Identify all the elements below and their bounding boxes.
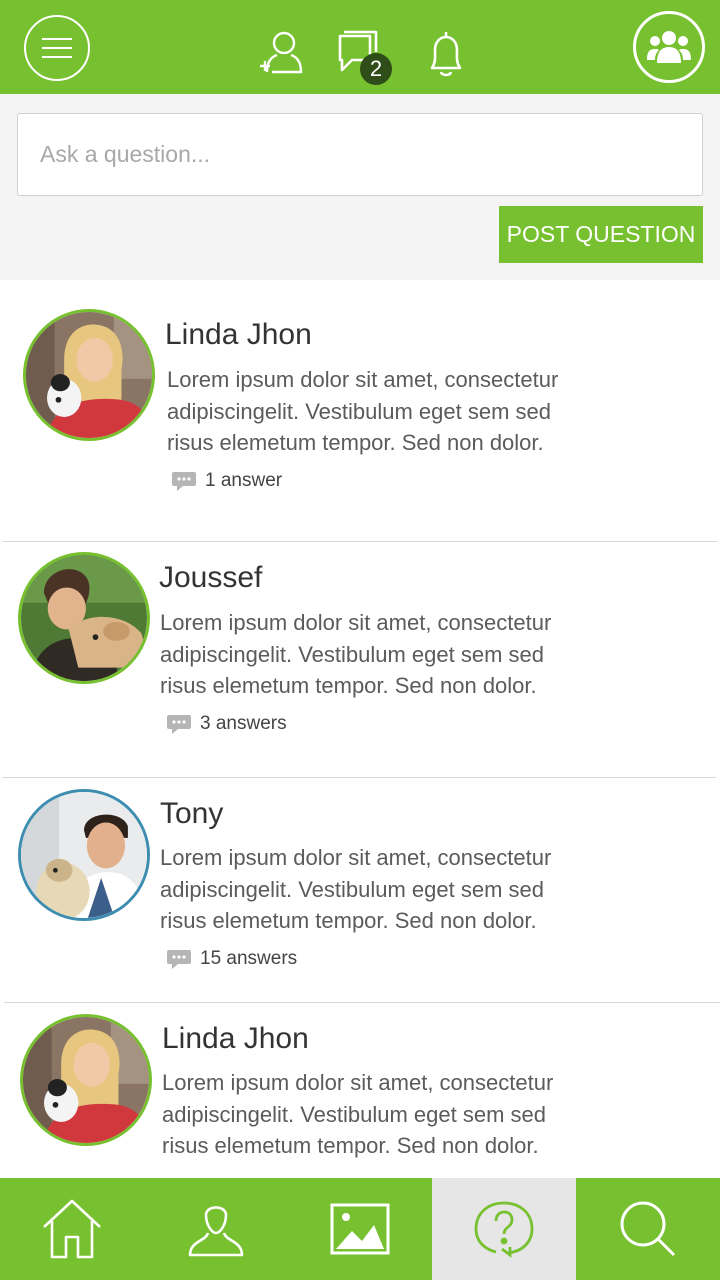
home-icon: [43, 1199, 101, 1259]
answer-count[interactable]: 3 answers: [166, 713, 287, 735]
question-item[interactable]: Tony Lorem ipsum dolor sit amet, consect…: [0, 778, 720, 1003]
author-name[interactable]: Joussef: [159, 561, 262, 595]
question-feed: Linda Jhon Lorem ipsum dolor sit amet, c…: [0, 280, 720, 1178]
answer-count-label: 15 answers: [200, 948, 298, 969]
author-name[interactable]: Linda Jhon: [162, 1022, 309, 1056]
bell-icon[interactable]: [420, 26, 472, 82]
comment-icon: [167, 950, 191, 969]
post-question-button[interactable]: POST QUESTION: [499, 206, 703, 263]
gallery-icon: [330, 1203, 390, 1255]
question-text: Lorem ipsum dolor sit amet, consectetur …: [162, 1070, 554, 1158]
community-button[interactable]: [633, 11, 705, 83]
search-icon: [620, 1201, 676, 1257]
comment-icon: [172, 472, 196, 491]
group-icon: [647, 31, 691, 63]
question-item[interactable]: Linda Jhon Lorem ipsum dolor sit amet, c…: [0, 280, 720, 542]
nav-gallery[interactable]: [288, 1178, 432, 1280]
nav-questions[interactable]: [432, 1178, 576, 1280]
author-name[interactable]: Linda Jhon: [165, 318, 312, 352]
question-item[interactable]: Joussef Lorem ipsum dolor sit amet, cons…: [0, 542, 720, 778]
nav-profile[interactable]: [144, 1178, 288, 1280]
question-text: Lorem ipsum dolor sit amet, consectetur …: [160, 845, 552, 933]
avatar: [20, 1014, 152, 1146]
answer-count[interactable]: 15 answers: [166, 948, 297, 970]
nav-home[interactable]: [0, 1178, 144, 1280]
avatar: [18, 552, 150, 684]
answer-count-label: 1 answer: [205, 470, 283, 491]
avatar: [23, 309, 155, 441]
question-item[interactable]: Linda Jhon Lorem ipsum dolor sit amet, c…: [0, 1003, 720, 1178]
question-text: Lorem ipsum dolor sit amet, consectetur …: [167, 367, 559, 455]
ask-question-panel: POST QUESTION: [0, 94, 720, 280]
author-name[interactable]: Tony: [160, 797, 223, 831]
answer-count-label: 3 answers: [200, 713, 287, 734]
answer-count[interactable]: 1 answer: [171, 470, 282, 492]
nav-search[interactable]: [576, 1178, 720, 1280]
avatar: [18, 789, 150, 921]
ask-question-input[interactable]: [17, 113, 703, 196]
top-app-bar: 2: [0, 0, 720, 94]
question-text: Lorem ipsum dolor sit amet, consectetur …: [160, 610, 552, 698]
message-count-badge: 2: [360, 53, 392, 85]
profile-icon: [188, 1206, 244, 1257]
comment-icon: [167, 715, 191, 734]
add-friend-icon[interactable]: [256, 26, 308, 82]
bottom-navigation: [0, 1178, 720, 1280]
menu-button[interactable]: [24, 15, 90, 81]
hamburger-icon: [42, 38, 72, 58]
question-icon: [474, 1201, 534, 1258]
